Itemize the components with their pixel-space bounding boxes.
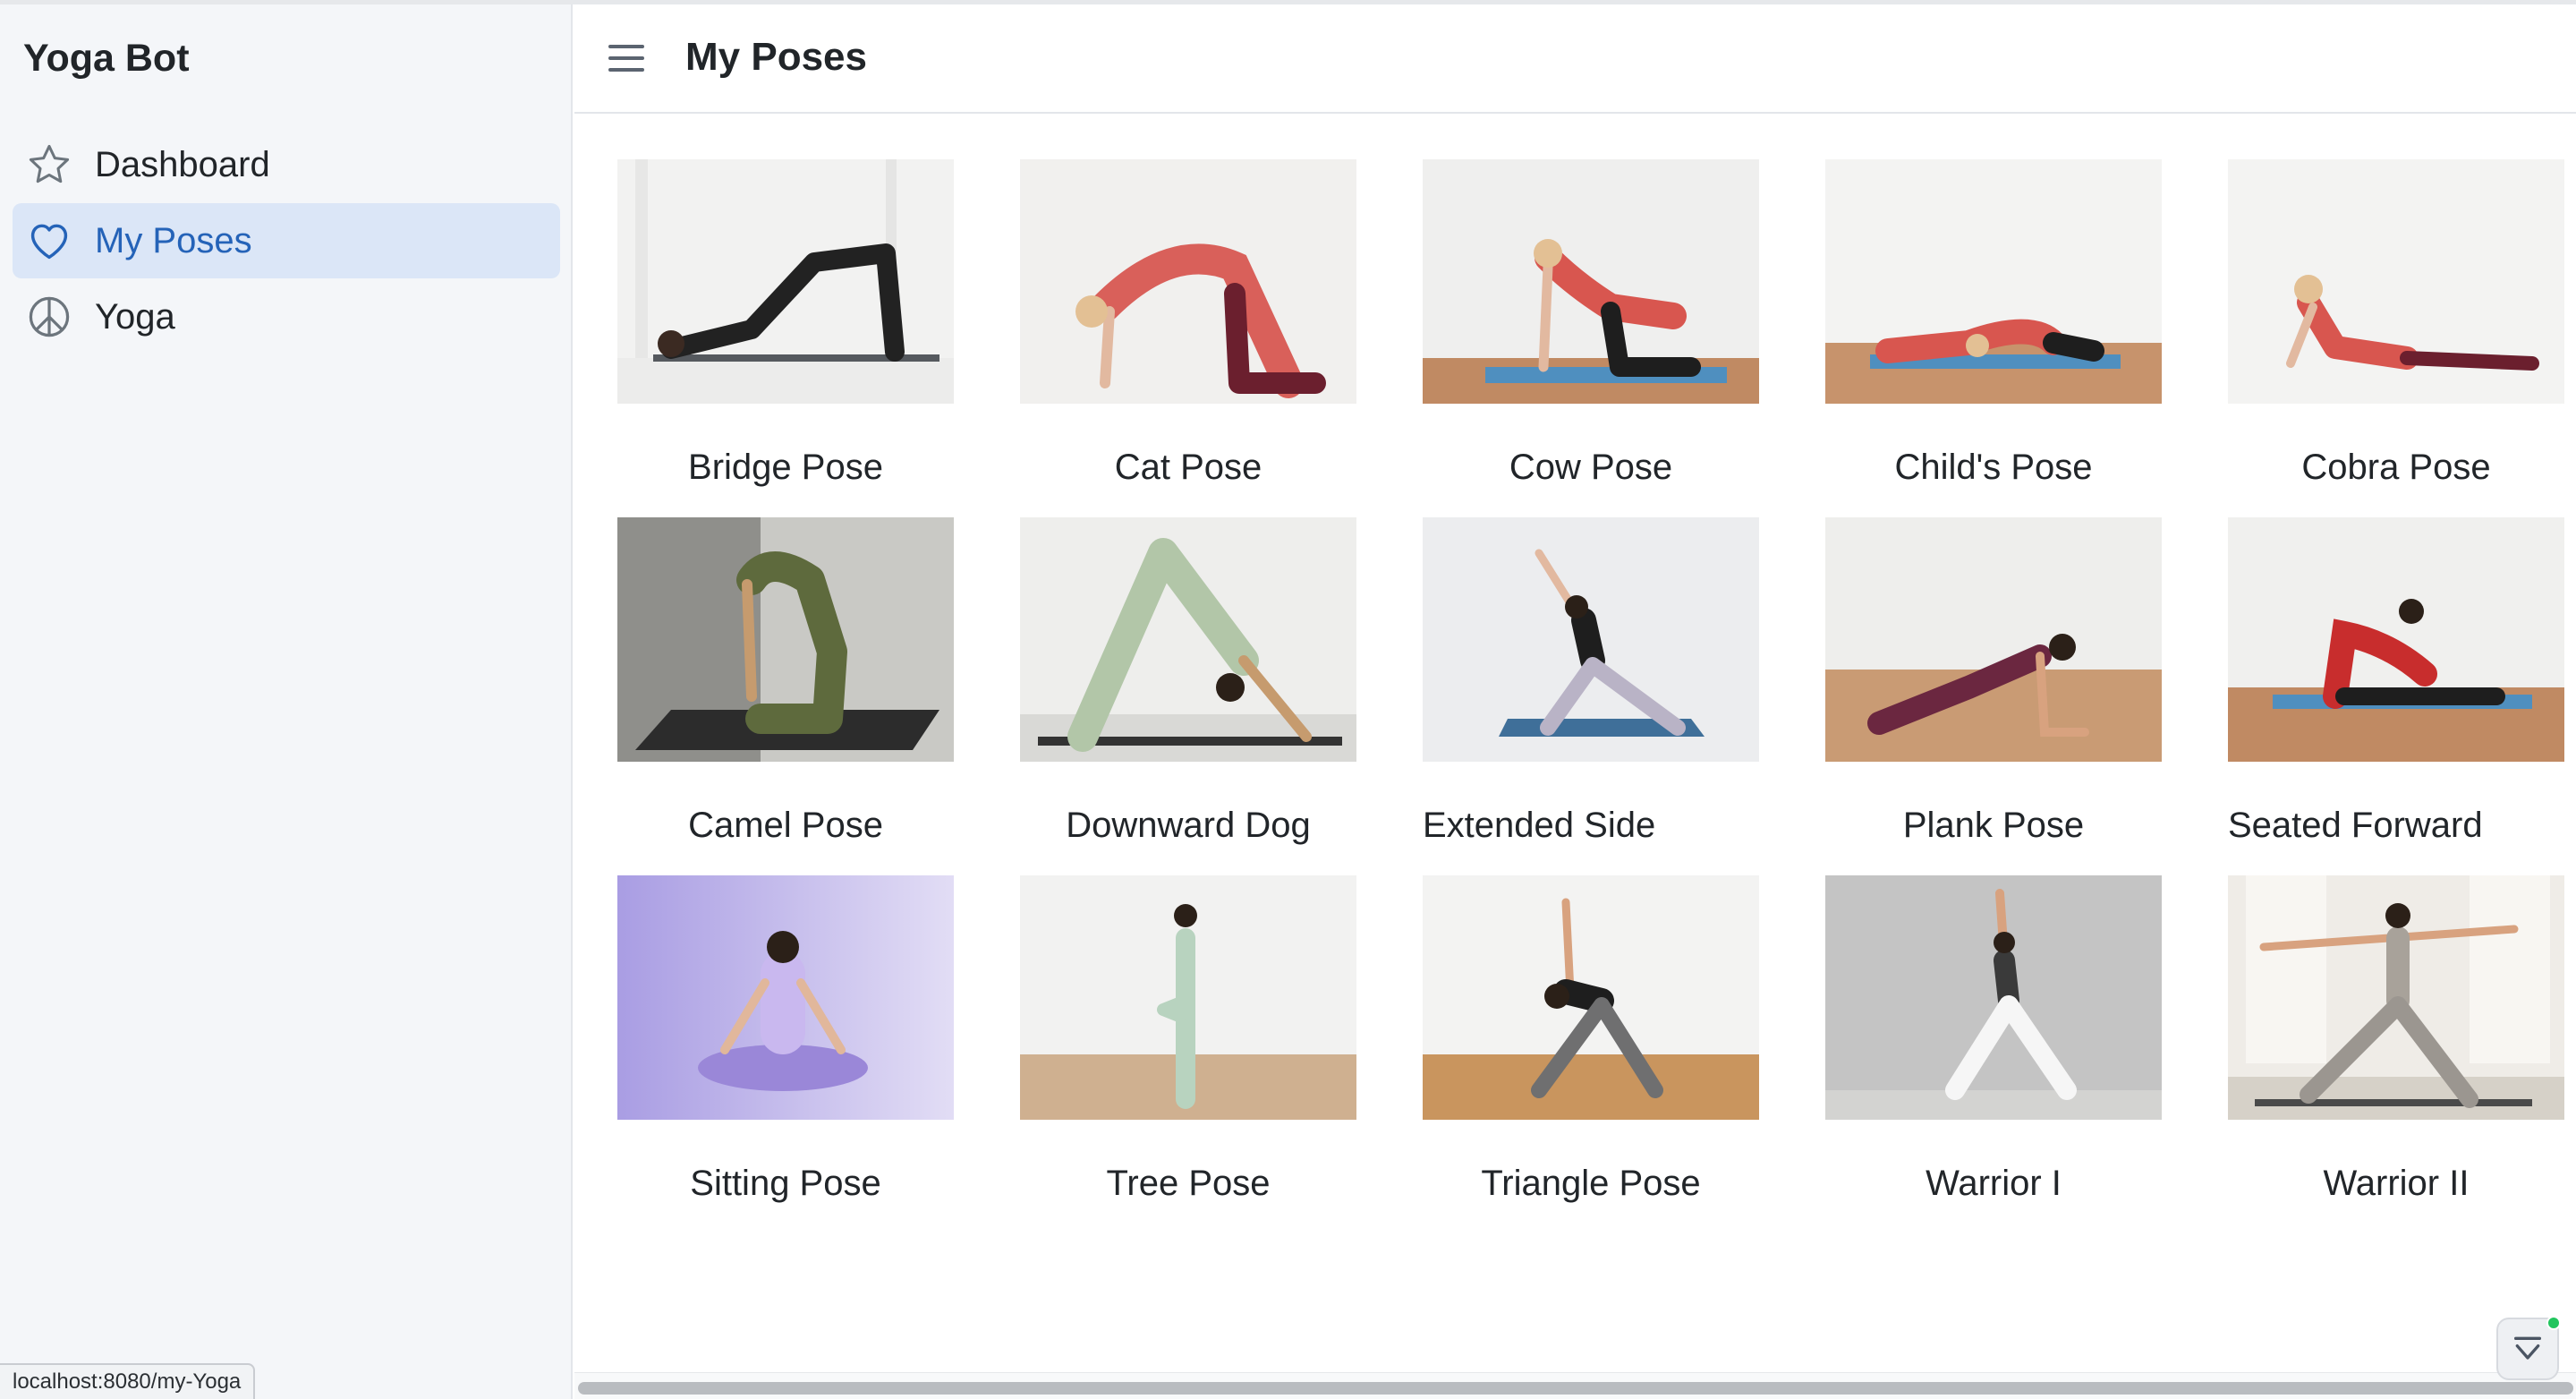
pose-image — [1423, 875, 1759, 1120]
pose-name: Tree Pose — [1106, 1164, 1271, 1203]
pose-image — [617, 159, 954, 404]
pose-image — [2228, 159, 2564, 404]
pose-name: Plank Pose — [1902, 806, 2085, 845]
sidebar-nav: Dashboard My Poses Yoga — [13, 127, 560, 355]
hamburger-icon — [608, 45, 644, 72]
pose-name: Extended Side — [1423, 806, 1656, 845]
pose-image — [617, 517, 954, 762]
sidebar-item-label: My Poses — [95, 220, 252, 260]
page-title: My Poses — [685, 35, 867, 79]
pose-card-warrior-1[interactable]: Warrior I — [1825, 875, 2162, 1216]
pose-name: Cow Pose — [1509, 448, 1673, 487]
pose-image — [1423, 517, 1759, 762]
pose-card-plank[interactable]: Plank Pose — [1825, 517, 2162, 857]
top-header: My Poses — [574, 4, 2576, 114]
online-status-dot — [2546, 1316, 2561, 1330]
pose-name: Warrior II — [2323, 1164, 2470, 1203]
pose-image — [1020, 517, 1356, 762]
status-bar-url: localhost:8080/my-Yoga — [0, 1363, 256, 1399]
star-icon — [25, 141, 73, 189]
sidebar-item-label: Yoga — [95, 296, 175, 337]
pose-name: Cobra Pose — [2301, 448, 2491, 487]
pose-card-camel[interactable]: Camel Pose — [617, 517, 954, 857]
pose-image — [1020, 159, 1356, 404]
pose-image — [1423, 159, 1759, 404]
pose-name: Downward Dog — [1066, 806, 1311, 845]
pose-name: Child's Pose — [1894, 448, 2093, 487]
pose-name: Warrior I — [1926, 1164, 2062, 1203]
pose-card-triangle[interactable]: Triangle Pose — [1423, 875, 1759, 1216]
scrollbar-thumb[interactable] — [578, 1382, 2573, 1395]
pose-card-childs[interactable]: Child's Pose — [1825, 159, 2162, 499]
sidebar-item-yoga[interactable]: Yoga — [13, 279, 560, 354]
pose-card-cobra[interactable]: Cobra Pose — [2228, 159, 2564, 499]
sidebar-item-label: Dashboard — [95, 144, 270, 184]
pose-card-sitting[interactable]: Sitting Pose — [617, 875, 954, 1216]
sidebar-item-my-poses[interactable]: My Poses — [13, 203, 560, 278]
pose-image — [617, 875, 954, 1120]
pose-name: Cat Pose — [1114, 448, 1262, 487]
pose-image — [1825, 875, 2162, 1120]
pose-name: Bridge Pose — [688, 448, 883, 487]
pose-name: Sitting Pose — [690, 1164, 881, 1203]
chevron-down-icon — [2514, 1336, 2541, 1360]
pose-card-cat[interactable]: Cat Pose — [1020, 159, 1356, 499]
pose-image — [1825, 517, 2162, 762]
peace-icon — [25, 293, 73, 341]
sidebar: Yoga Bot Dashboard My Poses Yoga — [0, 4, 573, 1399]
pose-card-tree[interactable]: Tree Pose — [1020, 875, 1356, 1216]
menu-toggle-button[interactable] — [605, 37, 648, 80]
pose-card-warrior-2[interactable]: Warrior II — [2228, 875, 2564, 1216]
pose-image — [1020, 875, 1356, 1120]
app-brand: Yoga Bot — [23, 37, 190, 80]
pose-card-downward-dog[interactable]: Downward Dog — [1020, 517, 1356, 857]
pose-name: Camel Pose — [688, 806, 883, 845]
pose-image — [2228, 517, 2564, 762]
pose-card-seated-forward[interactable]: Seated Forward — [2228, 517, 2564, 857]
pose-card-extended-side[interactable]: Extended Side — [1423, 517, 1759, 857]
pose-name: Triangle Pose — [1481, 1164, 1701, 1203]
horizontal-scrollbar[interactable] — [574, 1372, 2576, 1399]
pose-image — [2228, 875, 2564, 1120]
floating-action-button[interactable] — [2496, 1316, 2561, 1380]
pose-card-cow[interactable]: Cow Pose — [1423, 159, 1759, 499]
sidebar-item-dashboard[interactable]: Dashboard — [13, 127, 560, 202]
pose-image — [1825, 159, 2162, 404]
pose-name: Seated Forward — [2228, 806, 2483, 845]
pose-card-bridge[interactable]: Bridge Pose — [617, 159, 954, 499]
heart-icon — [25, 217, 73, 265]
